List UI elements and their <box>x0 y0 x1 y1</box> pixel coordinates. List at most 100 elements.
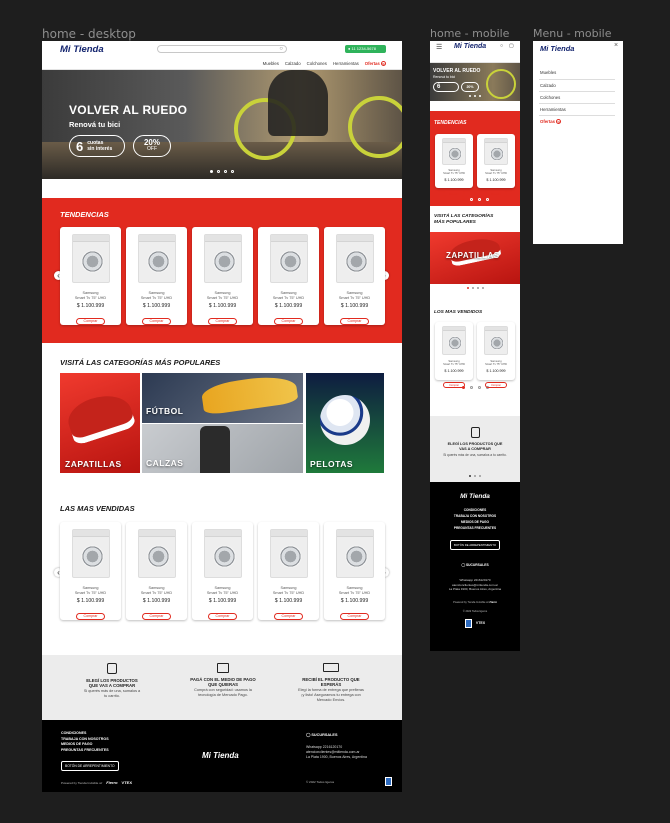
hero-banner[interactable]: VOLVER AL RUEDO Renová tu bici 6 cuotas s… <box>42 70 402 179</box>
mobile-logo[interactable]: Mi Tienda <box>454 43 486 50</box>
hero-dot-1[interactable] <box>210 170 213 173</box>
hero-dot-2[interactable] <box>217 170 220 173</box>
mobile-feature-dot-2[interactable] <box>474 475 476 477</box>
mobile-trends-dot-3[interactable] <box>477 198 481 201</box>
product-name: Samsung Smart Tv 75" UHD <box>60 586 121 595</box>
trend-product-card[interactable]: Samsung Smart Tv 75" UHD $ 1.100.999 Compra… <box>258 227 319 326</box>
mobile-feature-dot-3[interactable] <box>479 475 481 477</box>
location-icon: ◯ <box>306 733 311 737</box>
menu-item-ofertas[interactable]: Ofertas % <box>539 116 615 128</box>
footer-branches[interactable]: ◯ SUCURSALES <box>306 732 337 737</box>
mobile-hero-subtitle: Renová tu bici <box>433 75 456 79</box>
buy-button[interactable]: Comprar <box>485 382 507 389</box>
menu-close-icon[interactable]: × <box>614 42 618 49</box>
category-zapatillas[interactable]: ZAPATILLAS <box>60 373 140 473</box>
menu-item-colchones[interactable]: Colchones <box>539 92 615 104</box>
sneaker-illustration <box>63 388 137 446</box>
menu-item-muebles[interactable]: Muebles <box>539 68 615 80</box>
data-fiscal-icon[interactable] <box>385 777 392 786</box>
buy-button[interactable]: Comprar <box>207 317 238 326</box>
mobile-footer-branches-label: SUCURSALES <box>465 563 489 567</box>
hamburger-icon[interactable]: ☰ <box>436 43 442 51</box>
buy-button[interactable]: Comprar <box>207 612 238 621</box>
category-futbol[interactable]: FÚTBOL <box>142 373 303 423</box>
category-pelotas[interactable]: PELOTAS <box>306 373 384 473</box>
trends-title: TENDENCIAS <box>60 210 109 219</box>
trends-section: TENDENCIAS ‹ › SamsungSmart Tv 75" UHD$ … <box>42 198 402 343</box>
buy-button[interactable]: Comprar <box>141 612 172 621</box>
mobile-feature-dot-1[interactable] <box>469 475 471 477</box>
buy-button[interactable]: Comprar <box>443 382 465 389</box>
washer-panel <box>443 327 465 331</box>
nav-colchones[interactable]: Colchones <box>307 61 327 66</box>
mobile-cart-icon[interactable]: ▢ <box>509 43 514 49</box>
mobile-trend-product-card[interactable]: Samsung Smart Tv 75" UHD $ 1.100.999 Compra… <box>477 134 515 198</box>
ball-illustration <box>320 395 370 445</box>
trend-product-card[interactable]: Samsung Smart Tv 75" UHD $ 1.100.999 Compra… <box>324 227 385 326</box>
mobile-footer-branches[interactable]: ◯ SUCURSALES <box>430 563 520 567</box>
menu-logo[interactable]: Mi Tienda <box>540 44 574 53</box>
trend-product-card[interactable]: Samsung Smart Tv 75" UHD $ 1.100.999 Compra… <box>126 227 187 326</box>
mobile-cat-dot-4[interactable] <box>481 287 484 289</box>
mobile-trends-dot-2[interactable] <box>469 198 473 201</box>
menu-item-herramientas[interactable]: Herramientas <box>539 104 615 116</box>
nav-muebles[interactable]: Muebles <box>263 61 279 66</box>
mobile-category-zapatillas[interactable]: ZAPATILLAS <box>430 232 520 284</box>
buy-button[interactable]: Comprar <box>273 612 304 621</box>
search-icon[interactable]: ○ <box>279 46 283 52</box>
product-name: Samsung Smart Tv 75" UHD <box>324 291 385 300</box>
whatsapp-button[interactable]: ● 11 1234-5678 <box>345 45 386 53</box>
mobile-bestseller-product-card[interactable]: Samsung Smart Tv 75" UHD $ 1.100.999 Compra… <box>477 322 515 389</box>
wallet-icon <box>217 663 229 673</box>
mobile-hero[interactable]: VOLVER AL RUEDO Renová tu bici 6 20% <box>430 63 520 101</box>
mobile-footer-logo[interactable]: Mi Tienda <box>430 493 520 500</box>
hero-dot-4[interactable] <box>231 170 234 173</box>
trend-product-card[interactable]: Samsung Smart Tv 75" UHD $ 1.100.999 Compra… <box>192 227 253 326</box>
product-name: Samsung Smart Tv 75" UHD <box>192 291 253 300</box>
regret-button[interactable]: BOTÓN DE ARREPENTIMIENTO <box>61 761 119 771</box>
buy-button[interactable]: Comprar <box>443 191 465 198</box>
washer-panel <box>485 327 507 331</box>
mobile-search-icon[interactable]: ○ <box>500 43 503 49</box>
installments-badge: 6 cuotas sin interés <box>69 135 125 157</box>
mobile-footer-link-faq[interactable]: PREGUNTAS FRECUENTES <box>430 525 520 531</box>
buy-button[interactable]: Comprar <box>485 191 507 198</box>
bestseller-product-card[interactable]: Samsung Smart Tv 75" UHD $ 1.100.999 Compra… <box>192 522 253 621</box>
buy-button[interactable]: Comprar <box>75 612 106 621</box>
footer-logo[interactable]: Mi Tienda <box>202 751 239 760</box>
buy-button[interactable]: Comprar <box>339 317 370 326</box>
search-input[interactable]: ○ <box>157 45 287 53</box>
footer-link-faq[interactable]: PREGUNTAS FRECUENTES <box>61 748 109 754</box>
mobile-trend-product-card[interactable]: Samsung Smart Tv 75" UHD $ 1.100.999 Compra… <box>435 134 473 198</box>
mobile-cat-dot-1[interactable] <box>466 287 469 289</box>
buy-button[interactable]: Comprar <box>75 317 106 326</box>
mobile-hero-dot-3[interactable] <box>479 95 481 97</box>
washer-panel <box>204 530 241 537</box>
mobile-cat-dot-3[interactable] <box>476 287 479 289</box>
hero-dot-3[interactable] <box>224 170 227 173</box>
buy-button[interactable]: Comprar <box>141 317 172 326</box>
mobile-bestseller-product-card[interactable]: Samsung Smart Tv 75" UHD $ 1.100.999 Compra… <box>435 322 473 389</box>
nav-ofertas[interactable]: Ofertas % <box>365 61 386 66</box>
bestseller-product-card[interactable]: Samsung Smart Tv 75" UHD $ 1.100.999 Compra… <box>258 522 319 621</box>
nav-herramientas[interactable]: Herramientas <box>333 61 359 66</box>
buy-button[interactable]: Comprar <box>273 317 304 326</box>
mobile-trends-dot-4[interactable] <box>485 198 489 201</box>
bestseller-product-card[interactable]: Samsung Smart Tv 75" UHD $ 1.100.999 Compra… <box>324 522 385 621</box>
mobile-cat-dot-2[interactable] <box>471 287 474 289</box>
buy-button[interactable]: Comprar <box>339 612 370 621</box>
mobile-hero-dot-1[interactable] <box>469 95 471 97</box>
mobile-trends-dot-1[interactable] <box>461 198 465 201</box>
bestseller-product-card[interactable]: Samsung Smart Tv 75" UHD $ 1.100.999 Compra… <box>60 522 121 621</box>
mobile-hero-dot-2[interactable] <box>474 95 476 97</box>
category-calzas[interactable]: CALZAS <box>142 424 303 473</box>
trend-product-card[interactable]: Samsung Smart Tv 75" UHD $ 1.100.999 Compra… <box>60 227 121 326</box>
logo[interactable]: Mi Tienda <box>60 44 104 55</box>
nav-calzado[interactable]: Calzado <box>285 61 301 66</box>
menu-item-calzado[interactable]: Calzado <box>539 80 615 92</box>
bestseller-product-card[interactable]: Samsung Smart Tv 75" UHD $ 1.100.999 Compra… <box>126 522 187 621</box>
menu-item-ofertas-label: Ofertas <box>540 119 556 124</box>
boot-illustration <box>200 373 299 416</box>
mobile-data-fiscal-icon[interactable] <box>464 618 472 628</box>
mobile-regret-button[interactable]: BOTÓN DE ARREPENTIMIENTO <box>449 540 501 550</box>
